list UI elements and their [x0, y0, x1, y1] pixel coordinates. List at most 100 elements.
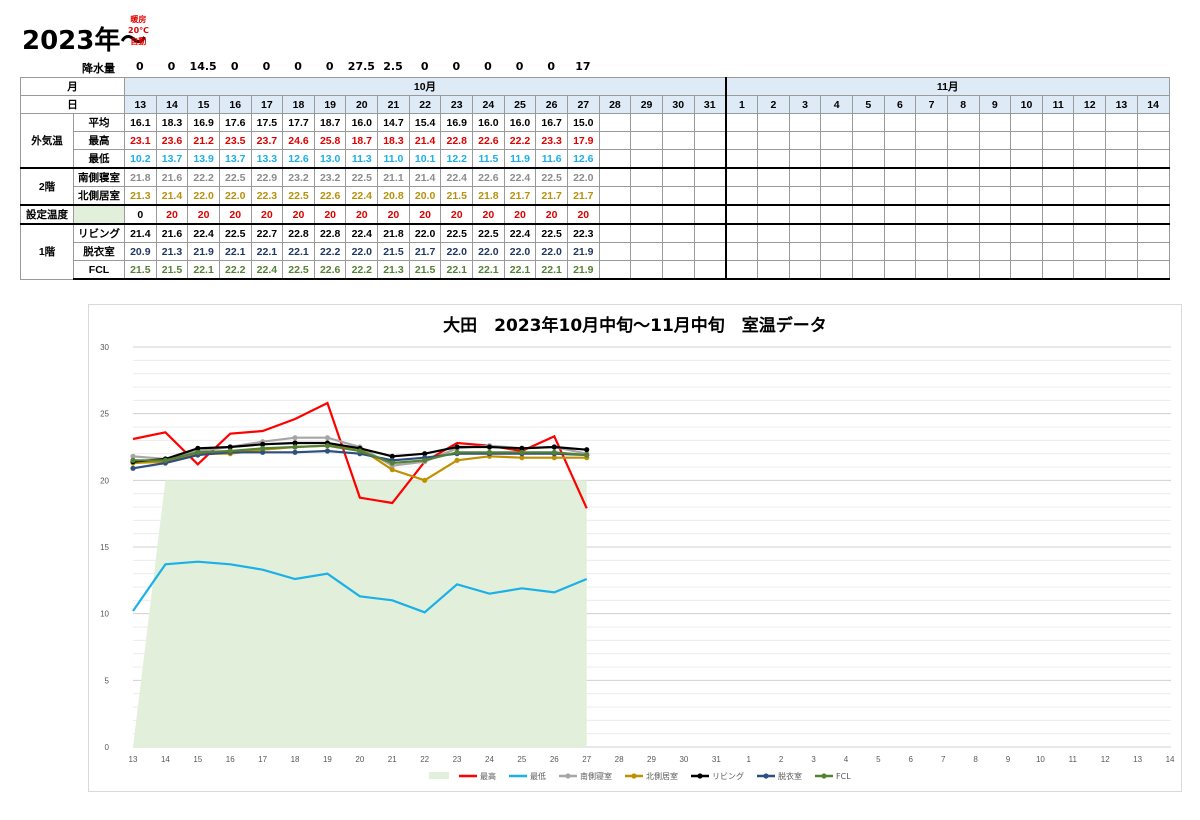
value-cell [978, 260, 1012, 280]
day-header: 24 [472, 95, 505, 114]
value-cell: 25.8 [313, 131, 347, 150]
row-label: 脱衣室 [73, 242, 125, 261]
value-cell: 20 [472, 204, 505, 225]
value-cell [598, 167, 632, 187]
day-header: 22 [408, 95, 442, 114]
day-header: 9 [978, 95, 1012, 114]
value-cell: 22.0 [566, 167, 600, 187]
heating-note-line: 20℃ [128, 26, 149, 35]
value-cell [820, 113, 853, 132]
value-cell: 22.0 [535, 242, 568, 261]
value-cell [1073, 167, 1107, 187]
value-cell [724, 113, 759, 132]
day-header-label: 日 [20, 95, 125, 114]
value-cell: 23.1 [124, 131, 157, 150]
value-cell [1010, 149, 1043, 169]
value-cell: 16.9 [187, 113, 220, 132]
row-label: 最高 [73, 131, 125, 150]
x-tick-label: 30 [679, 755, 688, 764]
value-cell: 17.7 [282, 113, 315, 132]
value-cell [978, 113, 1012, 132]
series-point [130, 457, 136, 463]
value-cell: 22.0 [408, 223, 442, 243]
value-cell [1010, 260, 1043, 280]
value-cell: 14.7 [377, 113, 410, 132]
value-cell: 23.6 [155, 131, 189, 150]
value-cell: 22.0 [345, 242, 379, 261]
day-header: 13 [1105, 95, 1138, 114]
value-cell [1041, 260, 1075, 280]
value-cell [693, 149, 727, 169]
value-cell [757, 149, 790, 169]
value-cell: 22.2 [313, 242, 347, 261]
value-cell [1136, 204, 1170, 225]
row-label: 北側居室 [73, 186, 125, 206]
value-cell: 11.3 [345, 149, 379, 169]
value-cell [630, 149, 663, 169]
value-cell: 22.2 [503, 131, 537, 150]
table-row: 最高 23.1 23.6 21.2 23.5 23.7 24.6 25.8 18.7 18.3 21… [21, 131, 1170, 150]
value-cell [915, 131, 948, 150]
day-header: 17 [250, 95, 284, 114]
rainfall-value: 0 [167, 60, 176, 73]
group-floor2: 2階 [20, 167, 74, 206]
value-cell [978, 204, 1012, 225]
value-cell: 21.9 [187, 242, 220, 261]
value-cell: 22.1 [535, 260, 568, 280]
value-cell: 22.4 [250, 260, 284, 280]
table-row: 外気温 平均 16.1 18.3 16.9 17.6 17.5 17.7 18.7 16.0 14.… [20, 113, 1170, 169]
value-cell [788, 186, 822, 206]
value-cell [757, 204, 790, 225]
value-cell: 22.1 [250, 242, 284, 261]
value-cell: 22.3 [250, 186, 284, 206]
value-cell: 22.6 [472, 167, 505, 187]
value-cell [1136, 223, 1170, 243]
series-point [357, 448, 363, 454]
day-header: 30 [661, 95, 695, 114]
value-cell: 22.1 [282, 242, 315, 261]
value-cell [661, 260, 695, 280]
value-cell [598, 204, 632, 225]
value-cell [1105, 149, 1138, 169]
value-cell [598, 242, 632, 261]
rainfall-value: 0 [294, 60, 302, 73]
x-tick-label: 28 [615, 755, 624, 764]
x-tick-label: 26 [550, 755, 559, 764]
day-header: 26 [535, 95, 568, 114]
value-cell: 22.5 [218, 223, 252, 243]
x-tick-label: 29 [647, 755, 656, 764]
value-cell [724, 223, 759, 243]
series-point [389, 460, 395, 466]
legend-label: 最高 [480, 771, 496, 781]
chart-container: 大田 2023年10月中旬～11月中旬 室温データ 0 5 10 15 20 25 30 13 1… [88, 304, 1182, 792]
value-cell [1041, 186, 1075, 206]
value-cell [851, 149, 885, 169]
group-floor1: 1階 [20, 223, 74, 280]
y-tick-label: 30 [100, 343, 109, 352]
value-cell: 20.8 [377, 186, 410, 206]
value-cell [820, 167, 853, 187]
value-cell [693, 260, 727, 280]
value-cell [693, 186, 727, 206]
value-cell: 12.6 [282, 149, 315, 169]
rainfall-value: 0 [484, 60, 492, 73]
day-header: 12 [1073, 95, 1107, 114]
value-cell [598, 113, 632, 132]
value-cell: 20 [440, 204, 474, 225]
value-cell [661, 223, 695, 243]
x-tick-label: 11 [1069, 755, 1078, 764]
temperature-table: 月 10月 11月日 13 14 15 16 17 18 19 20 21 22 23 24 25 26 27 28… [20, 77, 1170, 280]
value-cell: 21.3 [124, 186, 157, 206]
month-november: 11月 [724, 77, 1170, 96]
value-cell [630, 113, 663, 132]
value-cell [661, 113, 695, 132]
value-cell [883, 186, 917, 206]
value-cell [630, 167, 663, 187]
value-cell [1105, 260, 1138, 280]
value-cell: 20 [377, 204, 410, 225]
table-row: 2階 南側寝室 21.8 21.6 22.2 22.5 22.9 23.2 23.2 22.5 21… [20, 167, 1170, 206]
value-cell [598, 260, 632, 280]
value-cell [661, 149, 695, 169]
value-cell: 22.1 [218, 242, 252, 261]
value-cell: 16.1 [124, 113, 157, 132]
